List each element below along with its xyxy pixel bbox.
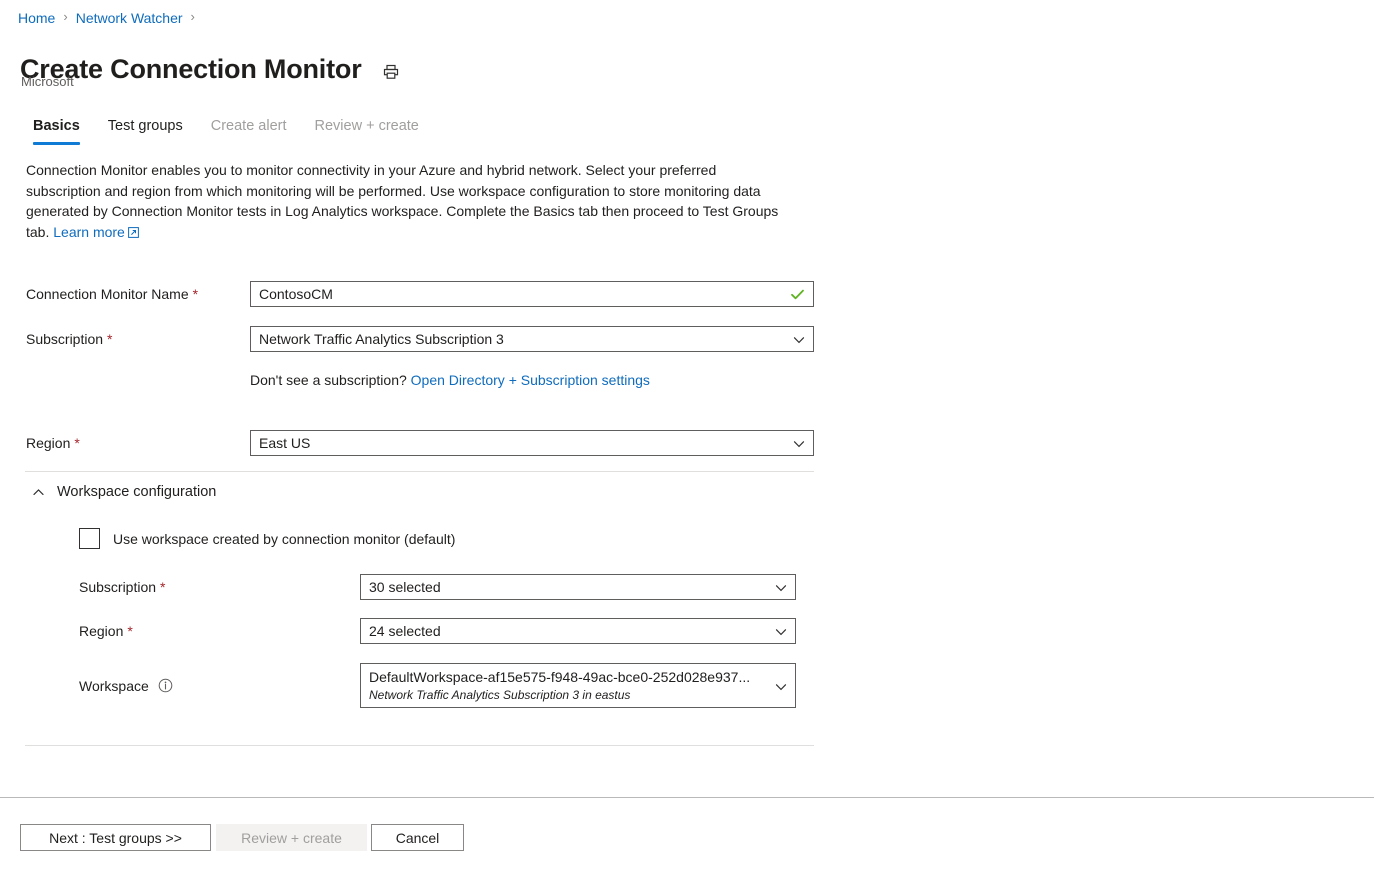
required-marker: * [107,331,112,347]
cancel-button[interactable]: Cancel [371,824,464,851]
chevron-down-icon [793,333,805,345]
workspace-configuration-title: Workspace configuration [57,481,216,503]
breadcrumb-separator-icon: › [63,7,67,27]
breadcrumb-separator-icon-2: › [191,7,195,27]
title-row: Create Connection Monitor [20,33,404,105]
review-create-button: Review + create [216,824,367,851]
external-link-icon [128,223,139,244]
field-workspace: Workspace DefaultWorkspace-af15e575-f948… [79,663,796,708]
create-connection-monitor-page: Home › Network Watcher › Create Connecti… [0,0,1374,872]
workspace-region-select[interactable]: 24 selected [360,618,796,644]
tab-create-alert: Create alert [197,112,301,145]
connection-monitor-name-label-text: Connection Monitor Name [26,286,189,302]
learn-more-label: Learn more [53,224,125,240]
workspace-label: Workspace [79,676,360,696]
chevron-up-icon [32,486,45,499]
print-icon[interactable] [378,59,404,85]
chevron-down-icon [775,625,787,637]
subscription-helper-prefix: Don't see a subscription? [250,372,411,388]
workspace-subscription-label-text: Subscription [79,579,156,595]
use-default-workspace-label: Use workspace created by connection moni… [113,529,455,549]
subscription-helper: Don't see a subscription? Open Directory… [250,370,650,390]
tab-bar: Basics Test groups Create alert Review +… [27,112,433,145]
page-subtitle: Microsoft [21,73,74,91]
chevron-down-icon [775,581,787,593]
section-divider-bottom [25,745,814,746]
field-connection-monitor-name: Connection Monitor Name* ContosoCM [26,281,814,307]
required-marker: * [193,286,198,302]
footer-action-bar: Next : Test groups >> Review + create Ca… [0,798,1374,872]
tab-review-create: Review + create [301,112,433,145]
chevron-down-icon [793,437,805,449]
tab-basics[interactable]: Basics [27,112,94,145]
workspace-value: DefaultWorkspace-af15e575-f948-49ac-bce0… [369,668,769,686]
required-marker: * [127,623,132,639]
workspace-subscription-label: Subscription* [79,577,360,597]
breadcrumb-item-home[interactable]: Home [18,8,55,28]
open-directory-subscription-settings-link[interactable]: Open Directory + Subscription settings [411,372,650,388]
connection-monitor-name-value: ContosoCM [259,286,790,302]
subscription-value: Network Traffic Analytics Subscription 3 [259,331,787,347]
required-marker: * [74,435,79,451]
workspace-region-label: Region* [79,621,360,641]
connection-monitor-name-input[interactable]: ContosoCM [250,281,814,307]
print-icon-svg [382,63,400,81]
workspace-subscription-select[interactable]: 30 selected [360,574,796,600]
breadcrumb-item-network-watcher[interactable]: Network Watcher [76,8,183,28]
region-select[interactable]: East US [250,430,814,456]
workspace-subscription-value: 30 selected [369,579,769,595]
region-label-text: Region [26,435,70,451]
region-label: Region* [26,433,250,453]
field-workspace-subscription: Subscription* 30 selected [79,574,796,600]
description-text: Connection Monitor enables you to monito… [26,160,786,243]
field-region: Region* East US [26,430,814,456]
green-check-icon [790,287,805,302]
subscription-select[interactable]: Network Traffic Analytics Subscription 3 [250,326,814,352]
required-marker: * [160,579,165,595]
region-value: East US [259,435,787,451]
workspace-region-value: 24 selected [369,623,769,639]
workspace-label-text: Workspace [79,676,149,696]
use-default-workspace-checkbox-row[interactable]: Use workspace created by connection moni… [79,528,455,549]
workspace-configuration-section-header[interactable]: Workspace configuration [32,481,216,503]
next-test-groups-button[interactable]: Next : Test groups >> [20,824,211,851]
field-workspace-region: Region* 24 selected [79,618,796,644]
subscription-label: Subscription* [26,329,250,349]
section-divider-top [25,471,814,472]
workspace-value-group: DefaultWorkspace-af15e575-f948-49ac-bce0… [369,668,769,703]
breadcrumb: Home › Network Watcher › [18,8,203,28]
learn-more-link[interactable]: Learn more [53,224,139,240]
subscription-label-text: Subscription [26,331,103,347]
info-icon[interactable] [158,678,173,693]
tab-test-groups[interactable]: Test groups [94,112,197,145]
workspace-region-label-text: Region [79,623,123,639]
connection-monitor-name-label: Connection Monitor Name* [26,284,250,304]
field-subscription: Subscription* Network Traffic Analytics … [26,326,814,352]
chevron-down-icon [775,680,787,692]
workspace-subtext: Network Traffic Analytics Subscription 3… [369,687,769,703]
workspace-select[interactable]: DefaultWorkspace-af15e575-f948-49ac-bce0… [360,663,796,708]
use-default-workspace-checkbox[interactable] [79,528,100,549]
